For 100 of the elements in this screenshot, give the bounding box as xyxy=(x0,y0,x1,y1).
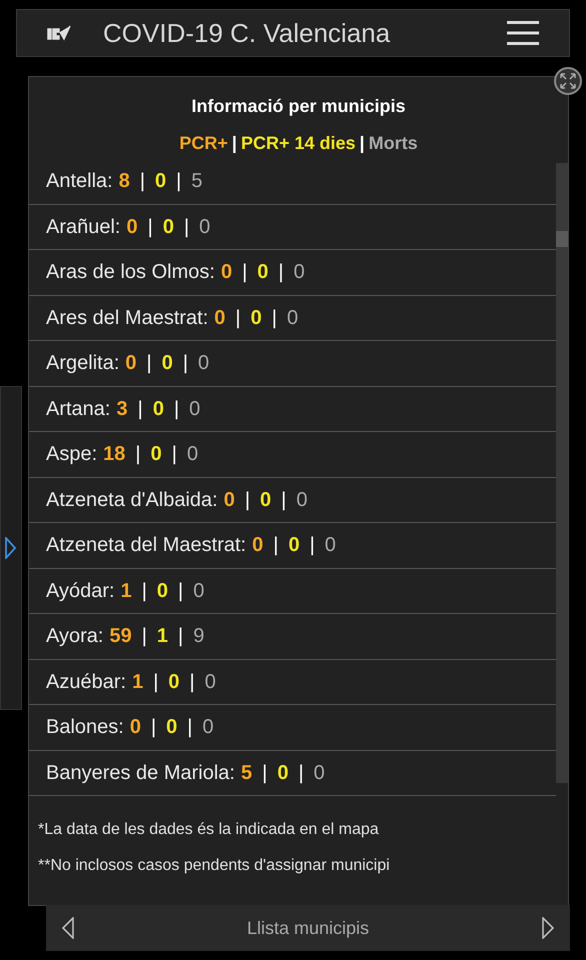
pcr14-count: 0 xyxy=(166,715,178,740)
separator: | xyxy=(138,396,143,422)
separator: | xyxy=(178,578,184,604)
municipality-name: Atzeneta d'Albaida: xyxy=(46,488,218,513)
separator: | xyxy=(190,670,195,695)
deaths-count: 0 xyxy=(294,260,305,286)
logo-icon xyxy=(47,24,71,42)
municipality-name: Atzeneta del Maestrat: xyxy=(46,533,246,558)
separator: | xyxy=(142,624,147,650)
pcr-count: 0 xyxy=(252,533,264,558)
pcr14-count: 0 xyxy=(156,578,168,604)
deaths-count: 0 xyxy=(198,351,210,376)
pcr14-count: 0 xyxy=(155,169,166,194)
pcr14-count: 0 xyxy=(250,306,262,331)
separator: | xyxy=(140,169,146,194)
pcr-count: 0 xyxy=(224,488,235,513)
pcr-count: 3 xyxy=(116,396,128,422)
pcr14-count: 0 xyxy=(168,670,180,695)
pcr-count: 0 xyxy=(214,306,226,331)
legend-item: PCR+ xyxy=(179,132,228,155)
deaths-count: 0 xyxy=(204,670,216,695)
separator: | xyxy=(148,214,153,240)
pcr14-count: 0 xyxy=(152,396,164,422)
municipality-name: Aspe: xyxy=(46,442,98,468)
panel-title: Informació per municipis xyxy=(190,95,407,118)
municipality-name: Antella: xyxy=(46,169,113,194)
separator: | xyxy=(182,351,188,376)
separator: | xyxy=(178,624,184,650)
pcr-count: 0 xyxy=(130,715,141,740)
expand-icon[interactable] xyxy=(554,67,582,95)
pcr-count: 59 xyxy=(109,624,132,650)
deaths-count: 9 xyxy=(193,624,204,650)
pcr-count: 1 xyxy=(132,670,144,695)
pcr14-count: 0 xyxy=(162,214,174,240)
pcr14-count: 0 xyxy=(288,533,300,558)
pcr14-count: 1 xyxy=(156,624,168,650)
separator: | xyxy=(244,488,250,513)
pcr-count: 1 xyxy=(120,578,132,604)
deaths-count: 0 xyxy=(199,214,210,240)
legend-item: PCR+ 14 dies xyxy=(240,132,356,155)
separator: | xyxy=(278,260,284,286)
pcr-count: 5 xyxy=(240,760,252,786)
municipality-name: Arañuel: xyxy=(46,214,120,240)
scrollbar[interactable] xyxy=(556,163,568,783)
app-title: COVID-19 C. Valenciana xyxy=(103,16,390,50)
separator: | xyxy=(153,670,158,695)
pcr-count: 8 xyxy=(118,169,130,194)
footer-label: Llista municipis xyxy=(246,916,370,940)
expand-arrow-icon xyxy=(5,537,17,559)
municipality-name: Argelita: xyxy=(46,351,120,376)
municipality-name: Ayódar: xyxy=(46,578,115,604)
deaths-count: 0 xyxy=(296,488,308,513)
separator: | xyxy=(150,715,156,740)
deaths-count: 0 xyxy=(324,533,336,558)
separator: | xyxy=(360,132,365,155)
footnote: *La data de les dades és la indicada en el mapa xyxy=(38,820,380,840)
separator: | xyxy=(298,760,304,786)
pcr14-count: 0 xyxy=(260,488,272,513)
next-icon[interactable] xyxy=(542,917,554,939)
separator: | xyxy=(281,488,286,513)
municipality-name: Ayora: xyxy=(46,624,104,650)
pcr14-count: 0 xyxy=(277,760,288,786)
separator: | xyxy=(146,351,152,376)
legend-item: Morts xyxy=(368,132,418,155)
pcr14-count: 0 xyxy=(150,442,162,468)
separator: | xyxy=(172,442,177,468)
pcr14-count: 0 xyxy=(162,351,173,376)
separator: | xyxy=(187,715,192,740)
municipality-name: Artana: xyxy=(46,396,110,422)
previous-icon[interactable] xyxy=(62,917,74,939)
separator: | xyxy=(232,132,237,155)
municipality-name: Ares del Maestrat: xyxy=(46,306,208,331)
separator: | xyxy=(242,260,248,286)
separator: | xyxy=(272,306,277,331)
municipality-name: Aras de los Olmos: xyxy=(46,260,215,286)
pcr-count: 0 xyxy=(126,214,138,240)
separator: | xyxy=(142,578,147,604)
deaths-count: 0 xyxy=(186,442,198,468)
pcr14-count: 0 xyxy=(257,260,268,286)
separator: | xyxy=(176,169,182,194)
deaths-count: 0 xyxy=(202,715,214,740)
separator: | xyxy=(184,214,190,240)
pcr-count: 0 xyxy=(220,260,232,286)
menu-icon[interactable] xyxy=(507,20,539,46)
deaths-count: 0 xyxy=(193,578,204,604)
separator: | xyxy=(262,760,268,786)
separator: | xyxy=(174,396,180,422)
separator: | xyxy=(235,306,241,331)
footnote: **No inclosos casos pendents d'assignar municipi xyxy=(38,856,391,876)
deaths-count: 0 xyxy=(314,760,325,786)
pcr-count: 18 xyxy=(103,442,126,468)
deaths-count: 0 xyxy=(189,396,200,422)
municipality-name: Banyeres de Mariola: xyxy=(46,760,235,786)
separator: | xyxy=(273,533,278,558)
deaths-count: 5 xyxy=(191,169,202,194)
pcr-count: 0 xyxy=(125,351,136,376)
separator: | xyxy=(135,442,141,468)
municipality-name: Balones: xyxy=(46,715,124,740)
separator: | xyxy=(310,533,315,558)
deaths-count: 0 xyxy=(286,306,298,331)
